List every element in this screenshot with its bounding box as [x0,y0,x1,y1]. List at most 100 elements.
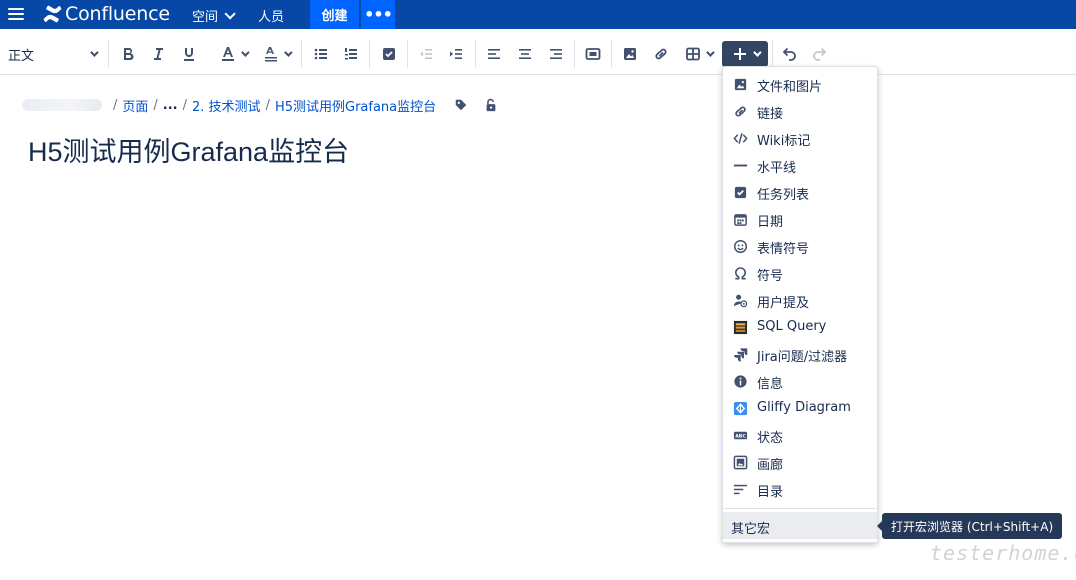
link-icon [732,103,748,119]
horizontal-rule-icon [732,157,748,173]
menu-item-link[interactable]: 链接 [723,97,877,124]
task-checkbox-icon [732,184,748,200]
bullet-list-button[interactable] [311,42,331,66]
gliffy-icon [732,400,748,416]
align-right-button[interactable] [546,42,566,66]
calendar-icon [732,211,748,227]
menu-item-wiki-markup[interactable]: Wiki标记 [723,124,877,151]
menu-item-symbol[interactable]: 符号 [723,259,877,286]
numbered-list-button[interactable] [341,42,361,66]
plus-icon [733,48,746,60]
image-icon [732,76,748,92]
menu-item-info[interactable]: 信息 [723,367,877,394]
page-layout-button[interactable] [583,42,603,66]
chevron-down-icon [705,48,715,57]
italic-button[interactable] [148,42,168,66]
table-icon [685,47,700,61]
underline-icon [184,48,194,61]
redo-icon [813,47,827,61]
text-color-icon [221,47,234,61]
breadcrumb-pages[interactable]: 页面 [122,96,148,115]
menu-divider [723,508,877,509]
align-center-icon [519,49,531,59]
chevron-down-icon [283,48,293,57]
menu-item-other-macros[interactable]: 其它宏 [723,512,877,539]
toolbar-divider [475,40,476,68]
bold-button[interactable] [118,42,138,66]
align-left-button[interactable] [484,42,504,66]
menu-item-jira-issues[interactable]: Jira问题/过滤器 [723,340,877,367]
toolbar-divider [108,40,109,68]
people-link[interactable]: 人员 [258,6,284,25]
page-title[interactable]: H5测试用例Grafana监控台 [28,130,349,169]
numbered-list-icon [345,48,357,60]
omega-icon [732,265,748,281]
chevron-down-icon [224,7,236,20]
people-label: 人员 [258,10,285,25]
align-right-icon [550,49,562,59]
gallery-icon [732,454,748,470]
align-left-icon [488,49,500,59]
editor-toolbar: 正文 [0,34,1076,75]
labels-tag-icon[interactable] [454,98,468,112]
outdent-icon [420,49,432,59]
link-icon [655,48,667,60]
indent-icon [450,49,462,59]
breadcrumb-tech-testing[interactable]: 2. 技术测试 [192,96,261,115]
insert-link-button[interactable] [651,42,671,66]
insert-more-content-button[interactable] [722,41,768,67]
insert-image-button[interactable] [620,42,640,66]
undo-icon [782,47,796,61]
outdent-button[interactable] [416,42,436,66]
menu-item-gliffy-diagram[interactable]: Gliffy Diagram [723,394,877,421]
clear-formatting-icon [264,47,277,62]
restrictions-unlock-icon[interactable] [484,98,498,112]
bullet-list-icon [314,48,327,60]
code-icon [732,130,748,146]
top-navigation: Confluence 空间 人员 创建 ••• [0,0,1076,29]
status-icon: ABC [732,427,748,443]
svg-text:ABC: ABC [735,433,746,439]
create-button[interactable]: 创建 [310,0,359,29]
menu-item-sql-query[interactable]: SQL Query [723,313,877,340]
emoji-icon [732,238,748,254]
chevron-down-icon [752,48,762,57]
underline-button[interactable] [179,42,199,66]
menu-item-status[interactable]: ABC 状态 [723,421,877,448]
confluence-logo[interactable]: Confluence [43,3,170,25]
breadcrumb-ellipsis[interactable]: ... [163,98,178,113]
menu-item-gallery[interactable]: 画廊 [723,448,877,475]
confluence-logo-icon [43,5,62,23]
align-center-button[interactable] [515,42,535,66]
menu-item-emoji[interactable]: 表情符号 [723,232,877,259]
toolbar-divider [611,40,612,68]
insert-table-dropdown[interactable] [681,42,715,66]
breadcrumb-current-page[interactable]: H5测试用例Grafana监控台 [275,96,436,115]
indent-button[interactable] [446,42,466,66]
menu-item-user-mention[interactable]: 用户提及 [723,286,877,313]
toc-icon [732,481,748,497]
menu-item-files-images[interactable]: 文件和图片 [723,70,877,97]
spaces-label: 空间 [192,10,219,25]
image-icon [624,48,636,60]
spaces-menu[interactable]: 空间 [192,6,236,25]
toolbar-divider [772,40,773,68]
app-switcher-menu-icon[interactable] [8,5,24,23]
menu-item-date[interactable]: 日期 [723,205,877,232]
create-more-button[interactable]: ••• [361,0,395,29]
menu-item-table-of-contents[interactable]: 目录 [723,475,877,502]
bold-icon [124,48,134,61]
paragraph-style-dropdown[interactable]: 正文 [8,42,100,66]
menu-item-task-list[interactable]: 任务列表 [723,178,877,205]
task-list-button[interactable] [379,42,399,66]
text-color-dropdown[interactable] [214,42,252,66]
task-checkbox-icon [383,48,395,60]
toolbar-divider [574,40,575,68]
watermark: testerhome.com [930,541,1076,565]
undo-button[interactable] [779,42,799,66]
redo-button[interactable] [810,42,830,66]
paragraph-style-label: 正文 [8,48,35,64]
info-icon [732,373,748,389]
menu-item-horizontal-rule[interactable]: 水平线 [723,151,877,178]
more-formatting-dropdown[interactable] [259,42,293,66]
